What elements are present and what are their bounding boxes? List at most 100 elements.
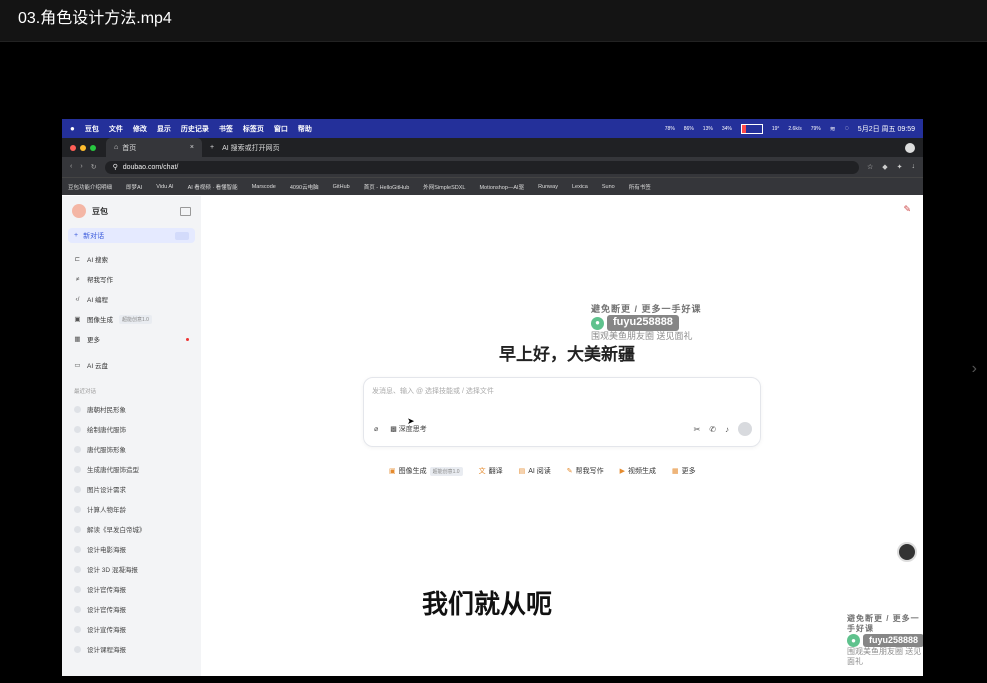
bookmark-item[interactable]: AI 看视频 · 看懂智能	[188, 183, 238, 191]
cpu-graph-icon	[740, 123, 763, 134]
macos-menubar: ● 豆包 文件 修改 显示 历史记录 书签 标签页 窗口 帮助 78% 86% …	[62, 119, 923, 138]
maximize-window-button[interactable]	[90, 144, 96, 151]
bookmark-item[interactable]: 即梦AI	[126, 183, 142, 191]
bookmark-item[interactable]: 豆包功能介绍明细	[68, 183, 112, 191]
watermark-line: 避免断更 / 更多一手好课	[847, 614, 920, 633]
bookmark-item[interactable]: Lexica	[572, 184, 588, 190]
history-item[interactable]: 计算人物年龄	[62, 499, 201, 519]
back-icon[interactable]: ‹	[70, 163, 72, 171]
scissors-icon[interactable]: ✂	[694, 425, 701, 434]
wechat-icon: ●	[847, 634, 860, 648]
bookmark-item[interactable]: 外网SimpleSDXL	[423, 183, 465, 191]
history-item[interactable]: 生成唐代服饰造型	[62, 459, 201, 479]
battery-stat: 79%	[810, 125, 821, 132]
paperclip-icon[interactable]: ⌀	[374, 425, 378, 433]
apple-logo-icon[interactable]: ●	[70, 124, 75, 133]
bookmark-item[interactable]: Vidu AI	[156, 184, 173, 190]
chat-avatar-icon	[74, 405, 81, 413]
bookmark-item[interactable]: Motionshop—AI驱	[479, 183, 524, 191]
history-label: 设计宣传海报	[87, 627, 126, 634]
extension-icon[interactable]: ◆	[882, 163, 887, 171]
menu-tabs[interactable]: 标签页	[243, 124, 264, 134]
quick-action-more[interactable]: ▦ 更多	[672, 466, 696, 476]
download-icon[interactable]: ↓	[912, 163, 916, 171]
quick-action-video-gen[interactable]: ▶ 视频生成	[620, 466, 656, 476]
chat-avatar-icon	[74, 465, 81, 473]
puzzle-icon[interactable]: ✦	[897, 163, 903, 171]
tab-home[interactable]: ⌂ 首页 ×	[106, 138, 202, 157]
phone-icon[interactable]: ✆	[709, 425, 716, 434]
close-window-button[interactable]	[70, 144, 76, 151]
pin-icon[interactable]: ✎	[903, 204, 911, 215]
chevron-right-icon[interactable]: ›	[972, 360, 977, 378]
history-item[interactable]: 设计电影海报	[62, 539, 201, 559]
sidebar-item-more[interactable]: ▦ 更多	[62, 329, 201, 349]
chat-input-placeholder[interactable]: 发消息、输入 @ 选择技能或 / 选择文件	[372, 386, 494, 396]
microphone-icon[interactable]: ♪	[725, 425, 729, 434]
wifi-icon[interactable]: ≋	[830, 125, 836, 133]
menu-help[interactable]: 帮助	[298, 124, 312, 134]
reload-icon[interactable]: ↻	[91, 163, 97, 171]
wechat-id: fuyu258888	[863, 634, 923, 648]
tab-new[interactable]: + AI 搜索或打开网页	[202, 138, 288, 157]
profile-avatar[interactable]	[905, 142, 915, 153]
sidebar-item-ai-search[interactable]: ⊏ AI 搜索	[62, 249, 201, 269]
menu-view[interactable]: 显示	[157, 124, 171, 134]
history-label: 生成唐代服饰造型	[87, 467, 139, 474]
close-tab-icon[interactable]: ×	[190, 144, 194, 151]
url-input[interactable]: ⚲ doubao.com/chat/	[104, 160, 859, 174]
video-frame[interactable]: ● 豆包 文件 修改 显示 历史记录 书签 标签页 窗口 帮助 78% 86% …	[62, 119, 923, 676]
quick-action-image-gen[interactable]: ▣ 图像生成 超能创意1.0	[389, 466, 463, 476]
menu-file[interactable]: 文件	[109, 124, 123, 134]
menu-window[interactable]: 窗口	[274, 124, 288, 134]
menu-history[interactable]: 历史记录	[181, 124, 209, 134]
history-label: 设计 3D 混凝海报	[87, 567, 138, 574]
history-item[interactable]: 设计宣传海报	[62, 619, 201, 639]
history-item[interactable]: 图片设计需求	[62, 479, 201, 499]
sidebar-item-cloud[interactable]: ▭ AI 云盘	[62, 355, 201, 375]
chat-avatar-icon	[74, 565, 81, 573]
history-label: 解读《早发白帝城》	[87, 527, 146, 534]
history-item[interactable]: 解读《早发白帝城》	[62, 519, 201, 539]
sidebar-item-image-gen[interactable]: ▣ 图像生成 超能创意1.0	[62, 309, 201, 329]
bookmark-item[interactable]: 首页 - HelloGitHub	[364, 183, 410, 191]
bookmark-item[interactable]: Suno	[602, 184, 615, 190]
chat-avatar-icon	[74, 485, 81, 493]
quick-action-ai-read[interactable]: ▤ AI 阅读	[519, 466, 551, 476]
bookmark-item[interactable]: Runway	[538, 184, 558, 190]
bookmark-item[interactable]: Marscode	[252, 184, 276, 190]
grid-icon: ▦	[672, 468, 679, 475]
clock-datetime[interactable]: 5月2日 周五 09:59	[858, 124, 915, 134]
bookmark-item[interactable]: 4090云电脑	[290, 183, 319, 191]
send-button[interactable]	[738, 422, 752, 436]
history-item[interactable]: 设计官传海报	[62, 579, 201, 599]
history-item[interactable]: 绘制唐代服饰	[62, 419, 201, 439]
history-item[interactable]: 设计官传海报	[62, 599, 201, 619]
forward-icon[interactable]: ›	[80, 163, 82, 171]
site-info-icon[interactable]: ⚲	[113, 163, 118, 171]
history-item[interactable]: 设计课程海报	[62, 639, 201, 659]
history-label: 设计电影海报	[87, 547, 126, 554]
chat-avatar-icon	[74, 505, 81, 513]
menu-app[interactable]: 豆包	[85, 124, 99, 134]
quick-action-writing[interactable]: ✎ 帮我写作	[567, 466, 604, 476]
sidebar-collapse-icon[interactable]	[180, 206, 191, 216]
watermark-line: 围观美鱼朋友圈 送见面礼	[847, 647, 922, 667]
history-item[interactable]: 唐朝村民形象	[62, 399, 201, 419]
quick-action-label: AI 阅读	[528, 468, 551, 475]
chat-input-box[interactable]: 发消息、输入 @ 选择技能或 / 选择文件 ⌀ ▩ 深度思考 ✂ ✆ ♪	[363, 377, 761, 447]
quick-action-translate[interactable]: 文翻译	[479, 466, 503, 476]
power-icon[interactable]: ◌	[845, 125, 849, 132]
sidebar-item-writing[interactable]: ≠ 帮我写作	[62, 269, 201, 289]
bookmark-item[interactable]: GitHub	[333, 184, 350, 190]
all-bookmarks[interactable]: 所有书签	[629, 183, 651, 191]
new-chat-button[interactable]: + 新对话	[68, 228, 195, 243]
menu-bookmarks[interactable]: 书签	[219, 124, 233, 134]
minimize-window-button[interactable]	[80, 144, 86, 151]
history-item[interactable]: 唐代服饰形象	[62, 439, 201, 459]
sidebar-item-coding[interactable]: ‹/ AI 编程	[62, 289, 201, 309]
star-icon[interactable]: ☆	[867, 163, 873, 171]
menu-edit[interactable]: 修改	[133, 124, 147, 134]
floating-assistant-avatar[interactable]	[897, 542, 917, 562]
history-item[interactable]: 设计 3D 混凝海报	[62, 559, 201, 579]
